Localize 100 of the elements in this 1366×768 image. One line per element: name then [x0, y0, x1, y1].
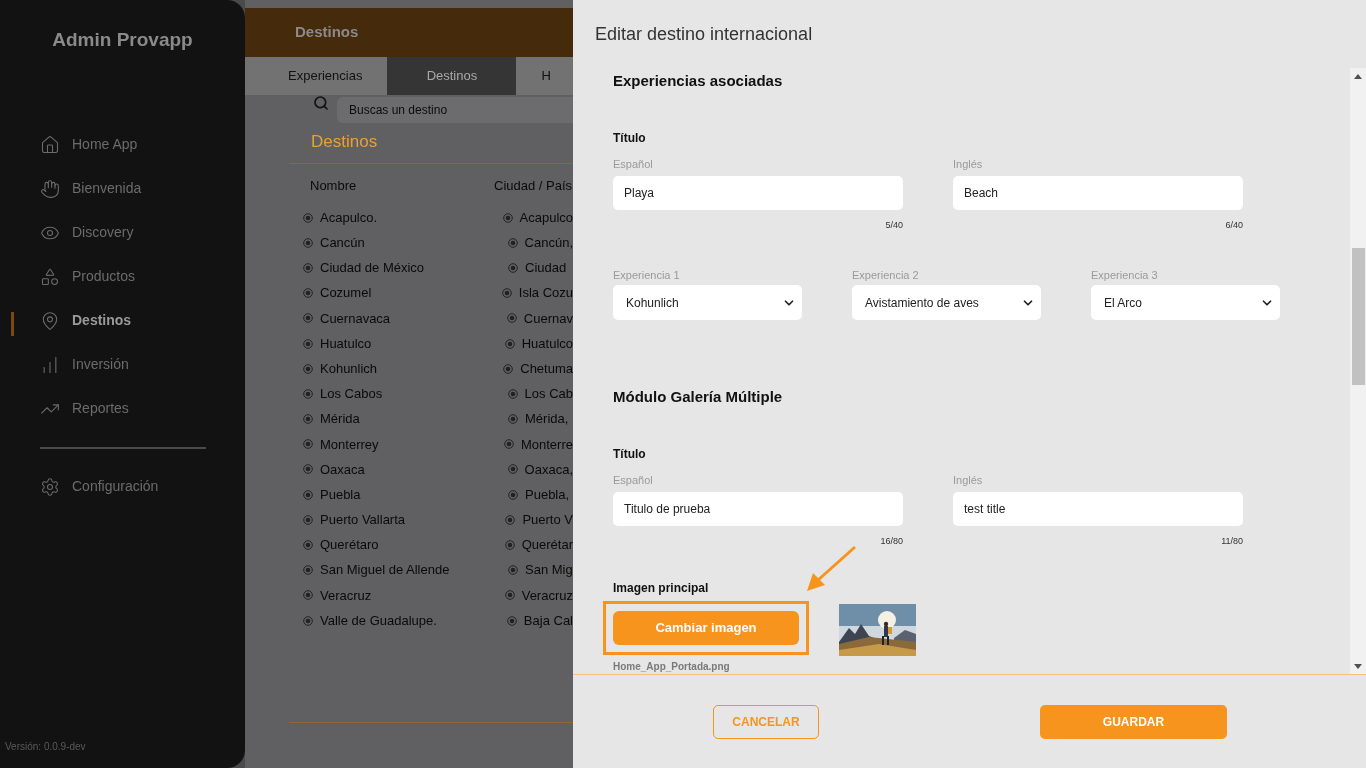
sidebar-item[interactable]: Productos [0, 254, 245, 299]
radio-icon [303, 414, 313, 425]
table-cell-text: Veracruz [521, 586, 573, 605]
field-group-title: Título [613, 445, 647, 463]
character-counter: 5/40 [885, 219, 903, 232]
table-cell-text: San Mig [525, 561, 573, 580]
radio-icon [506, 615, 517, 626]
text-field[interactable]: Beach [953, 176, 1243, 210]
table-cell-text: Huatulco [320, 334, 372, 353]
tab[interactable]: H [541, 57, 551, 95]
radio-icon [503, 439, 514, 450]
table-cell-text: Cuernav [523, 309, 573, 328]
text-field[interactable]: test title [953, 492, 1243, 526]
radio-icon [507, 464, 518, 475]
table-cell-text: Cuernavaca [320, 309, 391, 328]
sidebar-item[interactable]: Bienvenida [0, 166, 245, 211]
list-title: Destinos [310, 131, 379, 153]
save-button[interactable]: GUARDAR [1040, 705, 1227, 739]
sidebar-item[interactable]: Inversión [0, 342, 245, 387]
table-cell-text: San Miguel de Allende [320, 561, 450, 580]
column-header: Ciudad / País [494, 176, 573, 195]
field-group-title: Título [613, 129, 647, 147]
search-field[interactable]: Buscas un destino [337, 97, 573, 123]
table-cell-text: Los Cab [524, 385, 573, 404]
table-cell-text: Acapulco [519, 208, 573, 227]
table-cell-text: Isla Cozu [518, 284, 573, 303]
app-title: Admin Provapp [51, 28, 194, 52]
radio-icon [507, 237, 518, 248]
table-cell-text: Querétar [521, 536, 573, 555]
radio-icon [504, 590, 515, 601]
section-title: Módulo Galería Múltiple [613, 387, 784, 407]
radio-icon [303, 489, 313, 500]
field-label: Experiencia 3 [1091, 267, 1159, 283]
table-cell-text: Ciudad [525, 259, 567, 278]
arrow-drawing [805, 544, 857, 593]
field-group-title: Imagen principal [613, 579, 710, 597]
text-field[interactable]: Playa [613, 176, 903, 210]
sidebar-item[interactable]: Destinos [0, 298, 245, 343]
radio-icon [508, 565, 518, 576]
radio-icon [508, 262, 518, 273]
radio-icon [504, 338, 515, 349]
radio-icon [303, 464, 313, 475]
character-counter: 11/80 [1221, 535, 1243, 548]
radio-icon [303, 590, 313, 601]
radio-icon [508, 489, 518, 500]
table-cell-text: Puerto V [522, 511, 573, 530]
radio-icon [303, 212, 313, 223]
table-cell-text: Monterre [520, 435, 573, 454]
radio-icon [303, 237, 313, 248]
table-cell-text: Cancún, [524, 234, 573, 253]
sidebar-item[interactable]: Discovery [0, 210, 245, 255]
field-label: Inglés [953, 156, 984, 172]
radio-icon [303, 363, 313, 374]
sidebar-item[interactable]: Home App [0, 122, 245, 167]
change-image-button[interactable]: Cambiar imagen [613, 610, 799, 645]
radio-icon [501, 288, 512, 299]
radio-icon [505, 514, 516, 525]
select-field[interactable]: Avistamiento de aves [852, 285, 1041, 320]
table-cell-text: Puebla, [525, 485, 570, 504]
tab[interactable]: Destinos [387, 57, 517, 95]
radio-icon [303, 439, 313, 450]
table-cell-text: Huatulco [521, 334, 573, 353]
table-cell-text: Valle de Guadalupe. [320, 611, 437, 630]
settings-icon [40, 476, 60, 497]
column-header: Nombre [310, 176, 358, 195]
radio-icon [303, 338, 313, 349]
table-cell-text: Mérida [320, 410, 360, 429]
table-cell-text: Cancún [320, 234, 365, 253]
table-cell-text: Los Cabos [320, 385, 383, 404]
table-cell-text: Oaxaca [320, 460, 365, 479]
radio-icon [303, 615, 313, 626]
scrollbar[interactable] [1350, 68, 1366, 674]
table-cell-text: Veracruz [320, 586, 372, 605]
select-field[interactable]: Kohunlich [613, 285, 802, 320]
radio-icon [303, 514, 313, 525]
radio-icon [507, 388, 518, 399]
radio-icon [303, 313, 313, 324]
field-label: Experiencia 2 [852, 267, 920, 283]
field-label: Inglés [953, 472, 984, 488]
table-cell-text: Oaxaca, [524, 460, 573, 479]
table-cell-text: Baja Cal [523, 611, 573, 630]
radio-icon [502, 212, 513, 223]
table-cell-text: Querétaro [320, 536, 379, 555]
radio-icon [504, 540, 515, 551]
search-icon [313, 95, 329, 111]
dialog-title: Editar destino internacional [595, 22, 813, 46]
radio-icon [303, 288, 313, 299]
table-cell-text: Mérida, [525, 410, 569, 429]
map-pin-icon [40, 310, 60, 331]
table-cell-text: Monterrey [320, 435, 379, 454]
sidebar-item[interactable]: Configuración [0, 464, 245, 509]
text-field[interactable]: Titulo de prueba [613, 492, 903, 526]
sidebar-item[interactable]: Reportes [0, 386, 245, 431]
file-name: Home_App_Portada.png [613, 659, 731, 674]
radio-icon [303, 262, 313, 273]
select-field[interactable]: El Arco [1091, 285, 1280, 320]
home-icon [40, 134, 60, 155]
tab[interactable]: Experiencias [288, 57, 363, 95]
table-cell-text: Chetuma [520, 359, 573, 378]
character-counter: 16/80 [880, 535, 903, 548]
